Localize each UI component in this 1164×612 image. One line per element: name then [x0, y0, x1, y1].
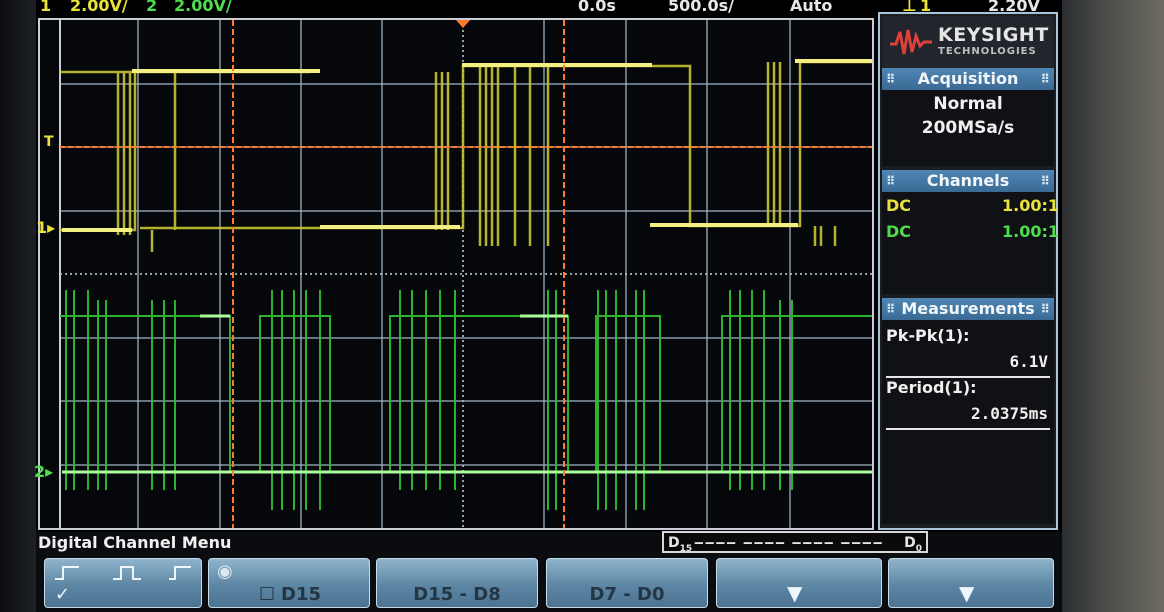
time-offset[interactable]: 0.0s [578, 0, 616, 15]
grip-icon: ⠿ [886, 72, 896, 86]
scope-bezel-right [1062, 0, 1164, 612]
trigger-marker[interactable]: T [44, 134, 54, 150]
trigger-mode[interactable]: Auto [790, 0, 832, 15]
measurement-label: Pk-Pk(1): [886, 326, 970, 345]
info-panel: KEYSIGHT TECHNOLOGIES ⠿ Acquisition ⠿ No… [878, 12, 1059, 530]
check-icon: ✓ [55, 584, 71, 605]
ch2-waveform [60, 290, 872, 510]
knob-icon: ◉ [217, 561, 233, 582]
grip-icon: ⠿ [886, 302, 896, 316]
waveform-grid [59, 20, 872, 528]
brand-subtitle: TECHNOLOGIES [938, 46, 1037, 57]
scope-bezel-left [0, 0, 36, 612]
softkey-threshold[interactable]: ✓ [44, 558, 202, 608]
time-reference-marker [456, 20, 470, 28]
ch1-arrow-icon: ▸ [47, 218, 56, 237]
channels-body: DC 1.00:1 DC 1.00:1 [882, 192, 1059, 294]
grip-icon: ⠿ [886, 174, 896, 188]
measurements-header[interactable]: ⠿ Measurements ⠿ [882, 298, 1054, 320]
measurements-title: Measurements [901, 299, 1035, 318]
softkey-d15-d8[interactable]: D15 - D8 [376, 558, 538, 608]
bus-left-label: D15 [668, 535, 693, 554]
ch2-arrow-icon: ▸ [45, 462, 54, 481]
ch2-probe-ratio: 1.00:1 [1002, 222, 1060, 241]
keysight-logo: KEYSIGHT TECHNOLOGIES [882, 16, 1054, 68]
down-arrow-icon: ▼ [787, 581, 803, 605]
softkey-label: D15 - D8 [413, 584, 501, 605]
softkey-d7-d0[interactable]: D7 - D0 [546, 558, 708, 608]
grip-icon: ⠿ [1040, 174, 1050, 188]
ch1-probe-ratio: 1.00:1 [1002, 196, 1060, 215]
softkey-more-1[interactable]: ▼ [716, 558, 882, 608]
ch2-number[interactable]: 2 [146, 0, 157, 15]
softkey-label: D7 - D0 [589, 584, 665, 605]
ch2-scale[interactable]: 2.00V/ [174, 0, 232, 15]
softkey-more-2[interactable]: ▼ [888, 558, 1054, 608]
ch1-highlight-segments [62, 59, 872, 232]
checkbox-icon: ☐ [259, 584, 276, 605]
measurement-value: 2.0375ms [970, 404, 1048, 423]
ch1-coupling: DC [886, 196, 912, 215]
grip-icon: ⠿ [1040, 72, 1050, 86]
down-arrow-icon: ▼ [959, 581, 975, 605]
status-bar: 1 2.00V/ 2 2.00V/ 0.0s 500.0s/ Auto [36, 0, 876, 18]
acquisition-body: Normal 200MSa/s [882, 90, 1054, 166]
acquisition-title: Acquisition [917, 69, 1019, 88]
ch1-number[interactable]: 1 [40, 0, 51, 15]
sample-rate: 200MSa/s [921, 118, 1015, 138]
acquisition-header[interactable]: ⠿ Acquisition ⠿ [882, 68, 1054, 90]
ch2-coupling: DC [886, 222, 912, 241]
measurement-divider [886, 428, 1050, 430]
pulse-shapes-icon [55, 566, 191, 580]
measurement-label: Period(1): [886, 378, 977, 397]
acquisition-mode: Normal [933, 94, 1003, 114]
softkey-channel[interactable]: ◉ ☐ D15 [208, 558, 370, 608]
menu-title: Digital Channel Menu [38, 533, 232, 552]
softkey-label: D15 [281, 584, 321, 605]
ch1-ground-marker[interactable]: 1▸ [36, 218, 55, 237]
bus-trace: ‒‒‒‒ ‒‒‒‒ ‒‒‒‒ ‒‒‒‒ [694, 535, 884, 551]
measurement-value: 6.1V [1009, 352, 1048, 371]
keysight-wave-icon [890, 29, 932, 55]
waveform-graticule[interactable] [38, 18, 874, 530]
channels-header[interactable]: ⠿ Channels ⠿ [882, 170, 1054, 192]
brand-name: KEYSIGHT [938, 24, 1049, 46]
grip-icon: ⠿ [1040, 302, 1050, 316]
bus-right-label: D0 [904, 535, 922, 554]
digital-bus-display: D15 ‒‒‒‒ ‒‒‒‒ ‒‒‒‒ ‒‒‒‒ D0 [662, 531, 928, 554]
ch2-highlight-segments [62, 314, 872, 474]
time-scale[interactable]: 500.0s/ [668, 0, 734, 15]
ch2-ground-marker[interactable]: 2▸ [34, 462, 53, 481]
ch1-scale[interactable]: 2.00V/ [70, 0, 128, 15]
channels-title: Channels [926, 171, 1010, 190]
measurements-body: Pk-Pk(1): 6.1V Period(1): 2.0375ms [882, 320, 1054, 524]
